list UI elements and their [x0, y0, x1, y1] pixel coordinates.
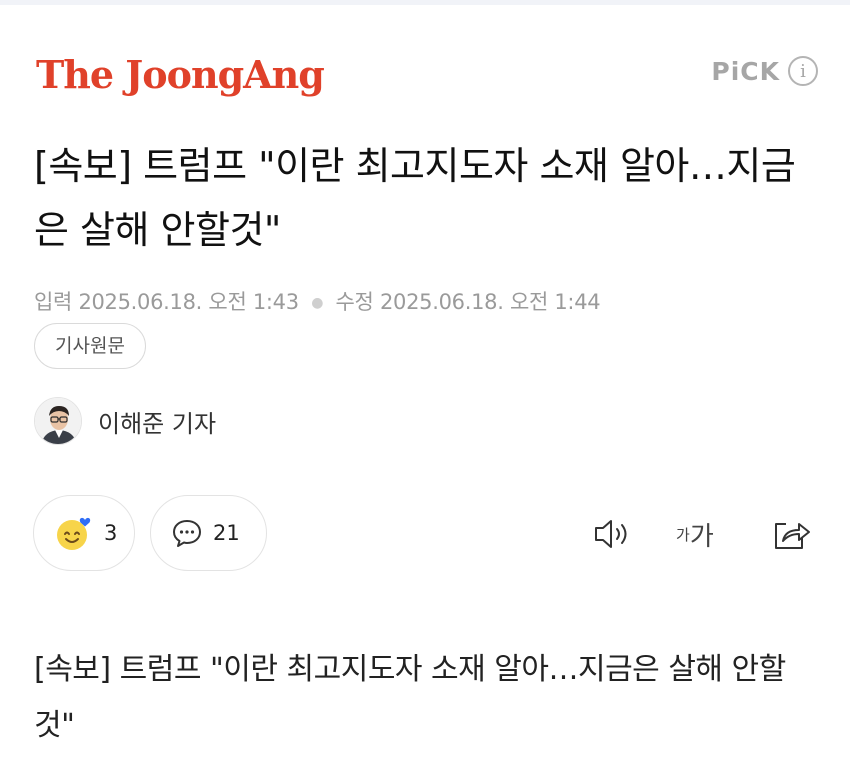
- smiley-heart-icon: [57, 517, 91, 550]
- brand-logo[interactable]: The JoongAng: [36, 52, 325, 98]
- modified-time: 2025.06.18. 오전 1:44: [379, 290, 601, 314]
- font-size-small-label: 가: [676, 525, 690, 544]
- audio-read-button[interactable]: [592, 512, 636, 556]
- reaction-count: 3: [104, 521, 118, 545]
- font-size-button[interactable]: 가가: [676, 512, 714, 556]
- share-icon: [775, 523, 810, 549]
- modified-label: 수정: [335, 290, 374, 314]
- article-headline: [속보] 트럼프 "이란 최고지도자 소재 알아…지금은 살해 안할것": [34, 144, 796, 252]
- info-icon[interactable]: i: [788, 56, 818, 86]
- article-timestamps: 입력 2025.06.18. 오전 1:43 ● 수정 2025.06.18. …: [34, 286, 601, 316]
- pick-badge[interactable]: PiCK i: [711, 56, 818, 86]
- author-avatar[interactable]: [34, 397, 82, 445]
- comment-button[interactable]: 21: [150, 495, 267, 571]
- speaker-icon: [595, 520, 627, 548]
- reaction-button[interactable]: 3: [33, 495, 135, 571]
- pick-label: PiCK: [711, 56, 780, 86]
- separator-dot: ●: [311, 295, 324, 311]
- author-name[interactable]: 이해준 기자: [98, 404, 216, 439]
- font-size-large-label: 가: [689, 521, 714, 552]
- published-label: 입력: [34, 290, 73, 314]
- comment-count: 21: [213, 521, 240, 545]
- share-button[interactable]: [772, 512, 812, 556]
- published-time: 2025.06.18. 오전 1:43: [78, 290, 299, 314]
- article-body: [속보] 트럼프 "이란 최고지도자 소재 알아…지금은 살해 안할것": [34, 652, 786, 743]
- top-divider: [0, 0, 850, 5]
- original-article-button[interactable]: 기사원문: [34, 323, 146, 369]
- comment-bubble-icon: [173, 520, 201, 547]
- author-byline[interactable]: 이해준 기자: [34, 397, 216, 445]
